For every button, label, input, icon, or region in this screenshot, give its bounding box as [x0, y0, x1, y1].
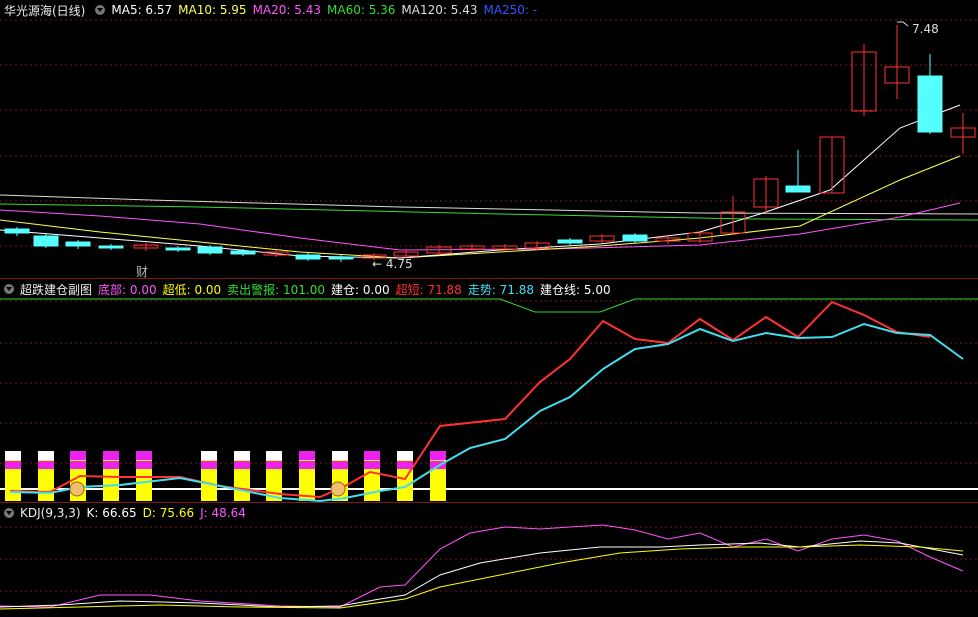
- ma120-value: MA120: 5.43: [401, 3, 478, 17]
- ma20-value: MA20: 5.43: [252, 3, 321, 17]
- candlestick: [98, 245, 124, 249]
- ma60-value: MA60: 5.36: [327, 3, 396, 17]
- kdj-k-line: [0, 540, 964, 608]
- bottom-bar: [70, 461, 86, 469]
- money-bag-icon: [330, 481, 346, 497]
- build-bar: [136, 451, 152, 460]
- kdj-j-line: [0, 524, 964, 608]
- sub-bottom-value: 底部: 0.00: [98, 282, 157, 297]
- stock-title: 华光源海(日线): [4, 3, 86, 18]
- bottom-bar: [299, 461, 315, 469]
- trend-line: [9, 322, 964, 503]
- sub-trend-value: 走势: 71.88: [467, 282, 535, 297]
- candlestick: [197, 246, 223, 254]
- candlestick: [917, 75, 943, 133]
- main-chart-header: 华光源海(日线) MA5: 6.57 MA10: 5.95 MA20: 5.43…: [0, 0, 543, 20]
- sub-chart-header: 超跌建仓副图 底部: 0.00 超低: 0.00 卖出警报: 101.00 建仓…: [0, 279, 617, 299]
- build-bar: [332, 451, 348, 460]
- main-chart-panel[interactable]: 华光源海(日线) MA5: 6.57 MA10: 5.95 MA20: 5.43…: [0, 0, 978, 279]
- candlestick: [785, 185, 811, 193]
- kdj-title: KDJ(9,3,3): [20, 506, 81, 520]
- candlestick: [4, 228, 30, 234]
- high-marker: [897, 21, 909, 27]
- candlestick: [65, 241, 91, 247]
- indicator-dropdown-icon[interactable]: [4, 284, 14, 294]
- high-price-label: 7.48: [912, 22, 939, 36]
- build-bar: [103, 451, 119, 460]
- bottom-bar: [364, 461, 380, 469]
- build-bar: [397, 451, 413, 460]
- bottom-bar: [136, 461, 152, 469]
- bottom-bar: [397, 461, 413, 469]
- money-bag-icon: [69, 481, 85, 497]
- sub-chart-svg: [0, 298, 978, 503]
- bottom-bar: [332, 461, 348, 469]
- sub-buildline-value: 建仓线: 5.00: [540, 282, 611, 297]
- build-bar: [38, 451, 54, 460]
- ma250-value: MA250: -: [483, 3, 538, 17]
- build-bar: [234, 451, 250, 460]
- indicator-dropdown-icon[interactable]: [4, 508, 14, 518]
- bottom-bar: [234, 461, 250, 469]
- ma10-line: [0, 155, 961, 259]
- build-bar: [70, 451, 86, 460]
- bottom-bar: [201, 461, 217, 469]
- candlestick: [230, 250, 256, 255]
- kdj-d-value: D: 75.66: [142, 506, 195, 520]
- bottom-bar: [266, 461, 282, 469]
- ma20-line: [0, 202, 961, 251]
- sub-sell-alert-value: 卖出警报: 101.00: [227, 282, 326, 297]
- main-chart-svg: [0, 19, 978, 262]
- kdj-j-value: J: 48.64: [200, 506, 246, 520]
- ma5-value: MA5: 6.57: [111, 3, 173, 17]
- candlestick: [622, 234, 648, 242]
- candlestick: [295, 254, 321, 260]
- build-bar: [364, 451, 380, 460]
- kdj-d-line: [0, 544, 964, 610]
- build-bar: [5, 451, 21, 460]
- bottom-bar: [5, 461, 21, 469]
- build-bar: [299, 451, 315, 460]
- kdj-panel[interactable]: KDJ(9,3,3) K: 66.65 D: 75.66 J: 48.64: [0, 502, 978, 617]
- sub-title: 超跌建仓副图: [20, 282, 93, 297]
- build-bar: [430, 451, 446, 460]
- low-price-value: 4.75: [385, 257, 413, 271]
- build-bar: [266, 451, 282, 460]
- low-price-label: ← 4.75: [372, 257, 413, 271]
- sub-superlow-value: 超低: 0.00: [162, 282, 222, 297]
- build-bar: [201, 451, 217, 460]
- sub-build-value: 建仓: 0.00: [331, 282, 390, 297]
- indicator-dropdown-icon[interactable]: [95, 5, 106, 15]
- bottom-bar: [103, 461, 119, 469]
- kdj-k-value: K: 66.65: [86, 506, 137, 520]
- ma10-value: MA10: 5.95: [178, 3, 247, 17]
- candlestick: [328, 256, 354, 260]
- bottom-bar: [38, 461, 54, 469]
- sub-chart-panel[interactable]: 超跌建仓副图 底部: 0.00 超低: 0.00 卖出警报: 101.00 建仓…: [0, 278, 978, 503]
- candlestick: [165, 247, 191, 251]
- candlestick: [33, 235, 59, 247]
- candlestick: [557, 239, 583, 244]
- ma5-line: [0, 104, 961, 259]
- kdj-header: KDJ(9,3,3) K: 66.65 D: 75.66 J: 48.64: [0, 503, 252, 523]
- sub-short-value: 超短: 71.88: [395, 282, 462, 297]
